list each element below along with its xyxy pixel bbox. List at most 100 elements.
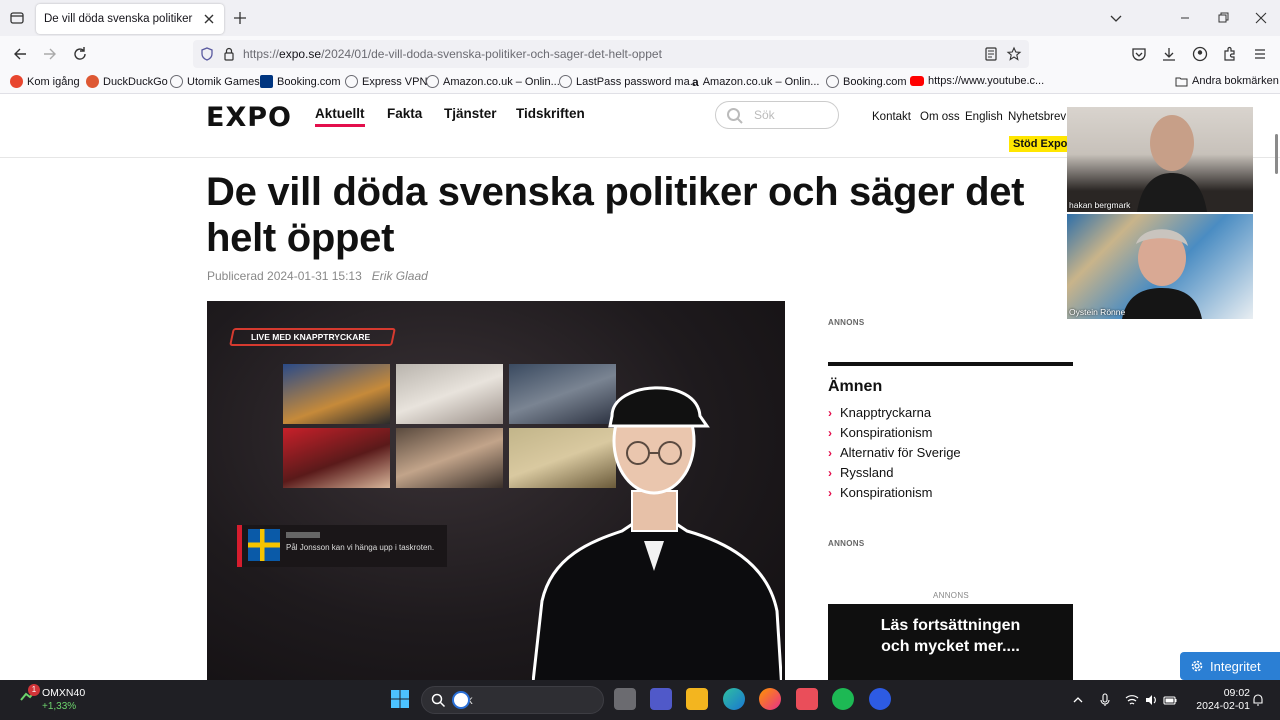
presenter-figure [532,386,782,680]
list-all-tabs-icon[interactable] [1108,10,1124,26]
bookmark-label: Amazon.co.uk – Onlin... [702,76,820,88]
topics-divider [828,362,1073,366]
page-scrollbar[interactable] [1275,134,1278,174]
topic-label: Ryssland [840,465,894,480]
participant-video [1137,115,1207,212]
other-bookmarks[interactable]: Andra bokmärken [1175,75,1279,87]
new-tab-icon[interactable] [232,10,248,26]
author-link[interactable]: Erik Glaad [372,269,428,283]
bookmark-item[interactable]: https://www.youtube.c... [910,75,1044,87]
bookmark-item[interactable]: Utomik Games [170,75,260,88]
search-placeholder: Sök [754,108,775,122]
file-explorer-icon[interactable] [686,688,708,710]
other-bookmarks-label: Andra bokmärken [1192,75,1279,87]
bookmark-label: Booking.com [277,75,341,88]
nav-fakta[interactable]: Fakta [387,106,422,121]
windows-taskbar: 1 OMXN40 +1,33% Sök 09:02 2024-02-01 [0,680,1280,720]
topic-label: Knapptryckarna [840,405,932,420]
video-tile[interactable]: hakan bergmark [1067,107,1253,212]
ad-line-2: och mycket mer.... [881,638,1020,655]
expo-logo[interactable]: EXPO [206,102,292,133]
notification-bell-icon[interactable] [1251,693,1265,707]
clock-date: 2024-02-01 [1196,700,1250,712]
bookmark-item[interactable]: a Amazon.co.uk – Onlin... [692,75,819,89]
menu-icon[interactable] [1251,45,1269,63]
site-search-input[interactable]: Sök [715,101,839,129]
bookmark-item[interactable]: Kom igång [10,75,80,88]
volume-icon[interactable] [1144,693,1158,707]
close-window-icon[interactable] [1253,10,1269,26]
topic-link[interactable]: › Konspirationism [828,483,961,503]
teams-icon[interactable] [650,688,672,710]
reader-view-icon[interactable] [983,46,999,62]
s-app-icon[interactable] [796,688,818,710]
account-icon[interactable] [1191,45,1209,63]
url-text[interactable]: https://expo.se/2024/01/de-vill-doda-sve… [243,47,662,61]
taskbar-search[interactable]: Sök [421,686,604,714]
bookmark-label: Express VPN [362,75,428,88]
reload-icon[interactable] [71,45,89,63]
tab-title: De vill döda svenska politiker och säger… [44,13,194,25]
system-clock[interactable]: 09:02 2024-02-01 [1190,687,1250,713]
privacy-settings-button[interactable]: Integritet [1180,652,1280,680]
topic-link[interactable]: › Konspirationism [828,423,961,443]
advertisement[interactable]: Läs fortsättningen och mycket mer.... [828,604,1073,680]
chat-message: Pål Jonsson kan vi hänga upp i taskroten… [237,525,447,567]
edge-icon[interactable] [723,688,745,710]
downloads-icon[interactable] [1160,45,1178,63]
back-icon[interactable] [11,45,29,63]
ad-label: ANNONS [828,318,865,327]
url-bar[interactable]: https://expo.se/2024/01/de-vill-doda-sve… [193,40,1029,68]
hero-image: LIVE MED KNAPPTRYCKARE Pål Jonsson kan v… [207,301,785,680]
bookmark-item[interactable]: Booking.com [260,75,341,88]
zoom-icon[interactable] [869,688,891,710]
gear-icon [1191,660,1203,672]
topic-label: Konspirationism [840,485,933,500]
bookmark-item[interactable]: LastPass password ma... [559,75,699,88]
windows-start-icon[interactable] [389,688,411,710]
lock-icon[interactable] [221,46,237,62]
video-tile[interactable]: Oystein Rönne [1067,214,1253,319]
battery-icon[interactable] [1163,693,1177,707]
bookmark-item[interactable]: Express VPN [345,75,427,88]
ad-label: ANNONS [933,591,970,600]
ad-label: ANNONS [828,539,865,548]
stock-widget[interactable]: 1 OMXN40 +1,33% [20,684,85,712]
task-view-icon[interactable] [614,688,636,710]
minimize-icon[interactable] [1177,10,1193,26]
nav-aktuellt[interactable]: Aktuellt [315,106,365,121]
bookmark-item[interactable]: Booking.com [826,75,907,88]
close-tab-icon[interactable] [202,12,216,26]
microphone-icon[interactable] [1098,693,1112,707]
globe-icon [826,75,839,88]
stock-change: +1,33% [42,701,77,712]
extensions-icon[interactable] [1221,45,1239,63]
topic-link[interactable]: › Knapptryckarna [828,403,961,423]
sidebar: ANNONS Ämnen › Knapptryckarna › Konspirati… [828,94,1074,680]
nav-tjanster[interactable]: Tjänster [444,106,497,121]
bookmark-item[interactable]: DuckDuckGo [86,75,168,88]
chat-message-text: Pål Jonsson kan vi hänga upp i taskroten… [286,543,435,552]
spotify-icon[interactable] [832,688,854,710]
stream-participant-thumb [283,428,390,488]
tracking-protection-icon[interactable] [199,46,215,62]
bookmark-item[interactable]: Amazon.co.uk – Onlin... [426,75,560,88]
duckduckgo-icon [86,75,99,88]
bookmark-star-icon[interactable] [1006,46,1022,62]
chevron-up-icon[interactable] [1071,693,1085,707]
url-domain: expo.se [279,47,322,61]
bookmark-label: Amazon.co.uk – Onlin... [443,75,560,88]
pocket-icon[interactable] [1130,45,1148,63]
active-tab[interactable]: De vill döda svenska politiker och säger… [36,4,224,34]
tab-list-icon[interactable] [9,10,25,26]
wifi-icon[interactable] [1125,693,1139,707]
forward-icon[interactable] [41,45,59,63]
firefox-icon[interactable] [759,688,781,710]
nav-tidskriften[interactable]: Tidskriften [516,106,585,121]
restore-icon[interactable] [1215,10,1231,26]
topic-link[interactable]: › Alternativ för Sverige [828,443,961,463]
topic-link[interactable]: › Ryssland [828,463,961,483]
folder-icon [1175,77,1188,86]
topic-label: Alternativ för Sverige [840,445,961,460]
chevron-right-icon: › [828,486,832,500]
